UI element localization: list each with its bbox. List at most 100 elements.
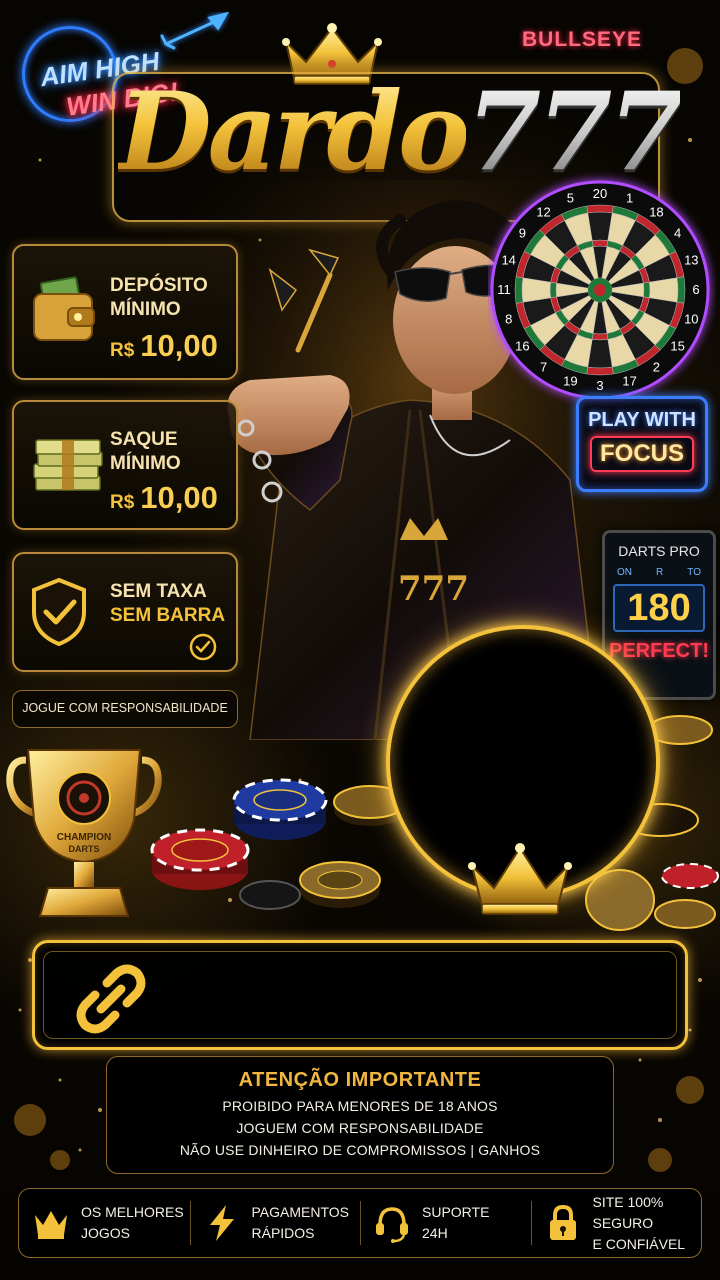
deposit-label-line1: DEPÓSITO (110, 275, 208, 296)
dartboard-segments (514, 204, 686, 376)
focus-text: FOCUS (590, 436, 694, 472)
dartboard-number: 12 (536, 204, 550, 219)
cash-stack-icon (33, 439, 103, 491)
link-bar[interactable] (32, 940, 688, 1050)
dartboard-number: 11 (497, 282, 511, 297)
dartboard-number: 18 (649, 204, 663, 219)
dartboard-segment (514, 276, 524, 304)
feature-secure-site: SITE 100% SEGURO E CONFIÁVEL (530, 1189, 702, 1257)
withdraw-minimum-card: SAQUE MÍNIMO R$ 10,00 (12, 400, 238, 530)
feature-line1: SUPORTE (422, 1204, 490, 1220)
feature-support: SUPORTE 24H (360, 1189, 531, 1257)
notice-line: PROIBIDO PARA MENORES DE 18 ANOS (222, 1098, 498, 1114)
headset-icon (376, 1207, 408, 1243)
no-fee-line2: SEM BARRA (110, 605, 226, 626)
dartboard-bullseye (594, 284, 606, 296)
notice-line: NÃO USE DINHEIRO DE COMPROMISSOS | GANHO… (179, 1142, 541, 1158)
dartboard-number: 15 (670, 338, 684, 353)
feature-line2: JOGOS (81, 1225, 131, 1241)
dartboard-number: 9 (519, 226, 526, 241)
dartboard-number: 16 (515, 338, 529, 353)
dartboard-number: 17 (622, 373, 636, 388)
scoreboard-modes: ON R TO (605, 567, 713, 578)
dartboard-segment (591, 239, 609, 247)
svg-text:777: 777 (398, 569, 469, 609)
deposit-minimum-card: DEPÓSITO MÍNIMO R$ 10,00 (12, 244, 238, 380)
withdraw-value: 10,00 (140, 480, 218, 515)
deposit-value: 10,00 (140, 328, 218, 363)
play-with-text: PLAY WITH (588, 409, 696, 431)
scoreboard-status: PERFECT! (609, 640, 709, 662)
trophy-text-line2: DARTS (69, 844, 100, 854)
feature-line1: OS MELHORES (81, 1204, 184, 1220)
feature-best-games: OS MELHORES JOGOS (19, 1189, 190, 1257)
feature-fast-payments: PAGAMENTOS RÁPIDOS (189, 1189, 361, 1257)
deposit-amount: R$ 10,00 (110, 328, 218, 364)
no-fee-line1: SEM TAXA (110, 581, 207, 602)
lock-icon (549, 1204, 576, 1240)
dartboard-segment (586, 366, 614, 376)
withdraw-label-line1: SAQUE (110, 429, 178, 450)
play-with-focus-sign: PLAY WITH FOCUS (576, 396, 708, 492)
withdraw-amount: R$ 10,00 (110, 480, 218, 516)
dartboard-number: 20 (593, 186, 607, 201)
dartboard-number: 6 (692, 282, 699, 297)
link-icon[interactable] (73, 961, 149, 1037)
deposit-label: DEPÓSITO MÍNIMO (110, 274, 208, 322)
feature-text: SUPORTE 24H (422, 1202, 489, 1244)
dartboard-segment (591, 333, 609, 341)
feature-text: PAGAMENTOS RÁPIDOS (252, 1202, 350, 1244)
feature-line2: E CONFIÁVEL (592, 1235, 686, 1252)
withdraw-label: SAQUE MÍNIMO (110, 428, 181, 476)
dartboard-number: 3 (596, 378, 603, 393)
feature-line2: RÁPIDOS (251, 1225, 315, 1241)
scoreboard-score: 180 (613, 584, 705, 632)
notice-title: ATENÇÃO IMPORTANTE (238, 1069, 482, 1091)
poker-chips-left (150, 778, 407, 910)
dartboard-number: 13 (684, 252, 698, 267)
scoreboard-mode: ON (617, 567, 632, 578)
dartboard-number: 2 (653, 360, 660, 375)
promo-page: AIM HIGH WIN BIG! BULLSEYE Dardo777 (0, 0, 720, 1280)
deposit-label-line2: MÍNIMO (110, 299, 181, 320)
feature-text: SITE 100% SEGURO E CONFIÁVEL (593, 1192, 702, 1255)
trophy-text-line1: CHAMPION (57, 832, 111, 843)
dartboard-number: 8 (505, 312, 512, 327)
crown-icon-ring (468, 843, 572, 915)
no-fee-card: SEM TAXA SEM BARRA (12, 552, 238, 672)
feature-line1: PAGAMENTOS (251, 1204, 350, 1220)
dartboard-segment (643, 281, 651, 299)
dartboard-number: 1 (626, 191, 633, 206)
bullseye-neon-label: BULLSEYE (522, 28, 643, 51)
dartboard-number: 7 (540, 360, 547, 375)
withdraw-currency: R$ (110, 492, 135, 513)
logo-word: Dardo (118, 69, 470, 195)
scoreboard-title: DARTS PRO (618, 543, 700, 559)
dartboard-number: 5 (567, 191, 574, 206)
scoreboard-mode: TO (687, 567, 701, 578)
deposit-currency: R$ (110, 340, 135, 361)
dartboard-segment (676, 276, 686, 304)
dartboard-number: 14 (501, 252, 515, 267)
check-circle-icon (189, 633, 217, 661)
dartboard: 20 1 18 413 6 1015 2 17 3 19 7 168 11 14 9 12 5 (490, 180, 710, 400)
dartboard-number: 4 (674, 226, 681, 241)
crown-icon (35, 1211, 67, 1239)
feature-line1: SITE 100% SEGURO (592, 1193, 664, 1231)
dartboard-segment (549, 281, 557, 299)
neon-dart-icon (160, 12, 229, 50)
feature-text: OS MELHORES JOGOS (81, 1202, 184, 1244)
important-notice: ATENÇÃO IMPORTANTE PROIBIDO PARA MENORES… (106, 1056, 614, 1174)
lightning-icon (209, 1205, 234, 1241)
withdraw-label-line2: MÍNIMO (110, 453, 181, 474)
dartboard-segment (586, 204, 614, 214)
shield-check-icon (32, 577, 86, 647)
scoreboard-mode: R (656, 567, 664, 578)
dartboard-number: 10 (684, 312, 698, 327)
wallet-icon (33, 276, 95, 341)
feature-line2: 24H (422, 1225, 448, 1241)
features-bar: OS MELHORES JOGOS PAGAMENTOS RÁPIDOS SUP… (18, 1188, 702, 1258)
no-fee-label: SEM TAXA SEM BARRA (110, 580, 225, 628)
notice-line: JOGUEM COM RESPONSABILIDADE (236, 1120, 484, 1136)
dartboard-number: 19 (563, 373, 577, 388)
